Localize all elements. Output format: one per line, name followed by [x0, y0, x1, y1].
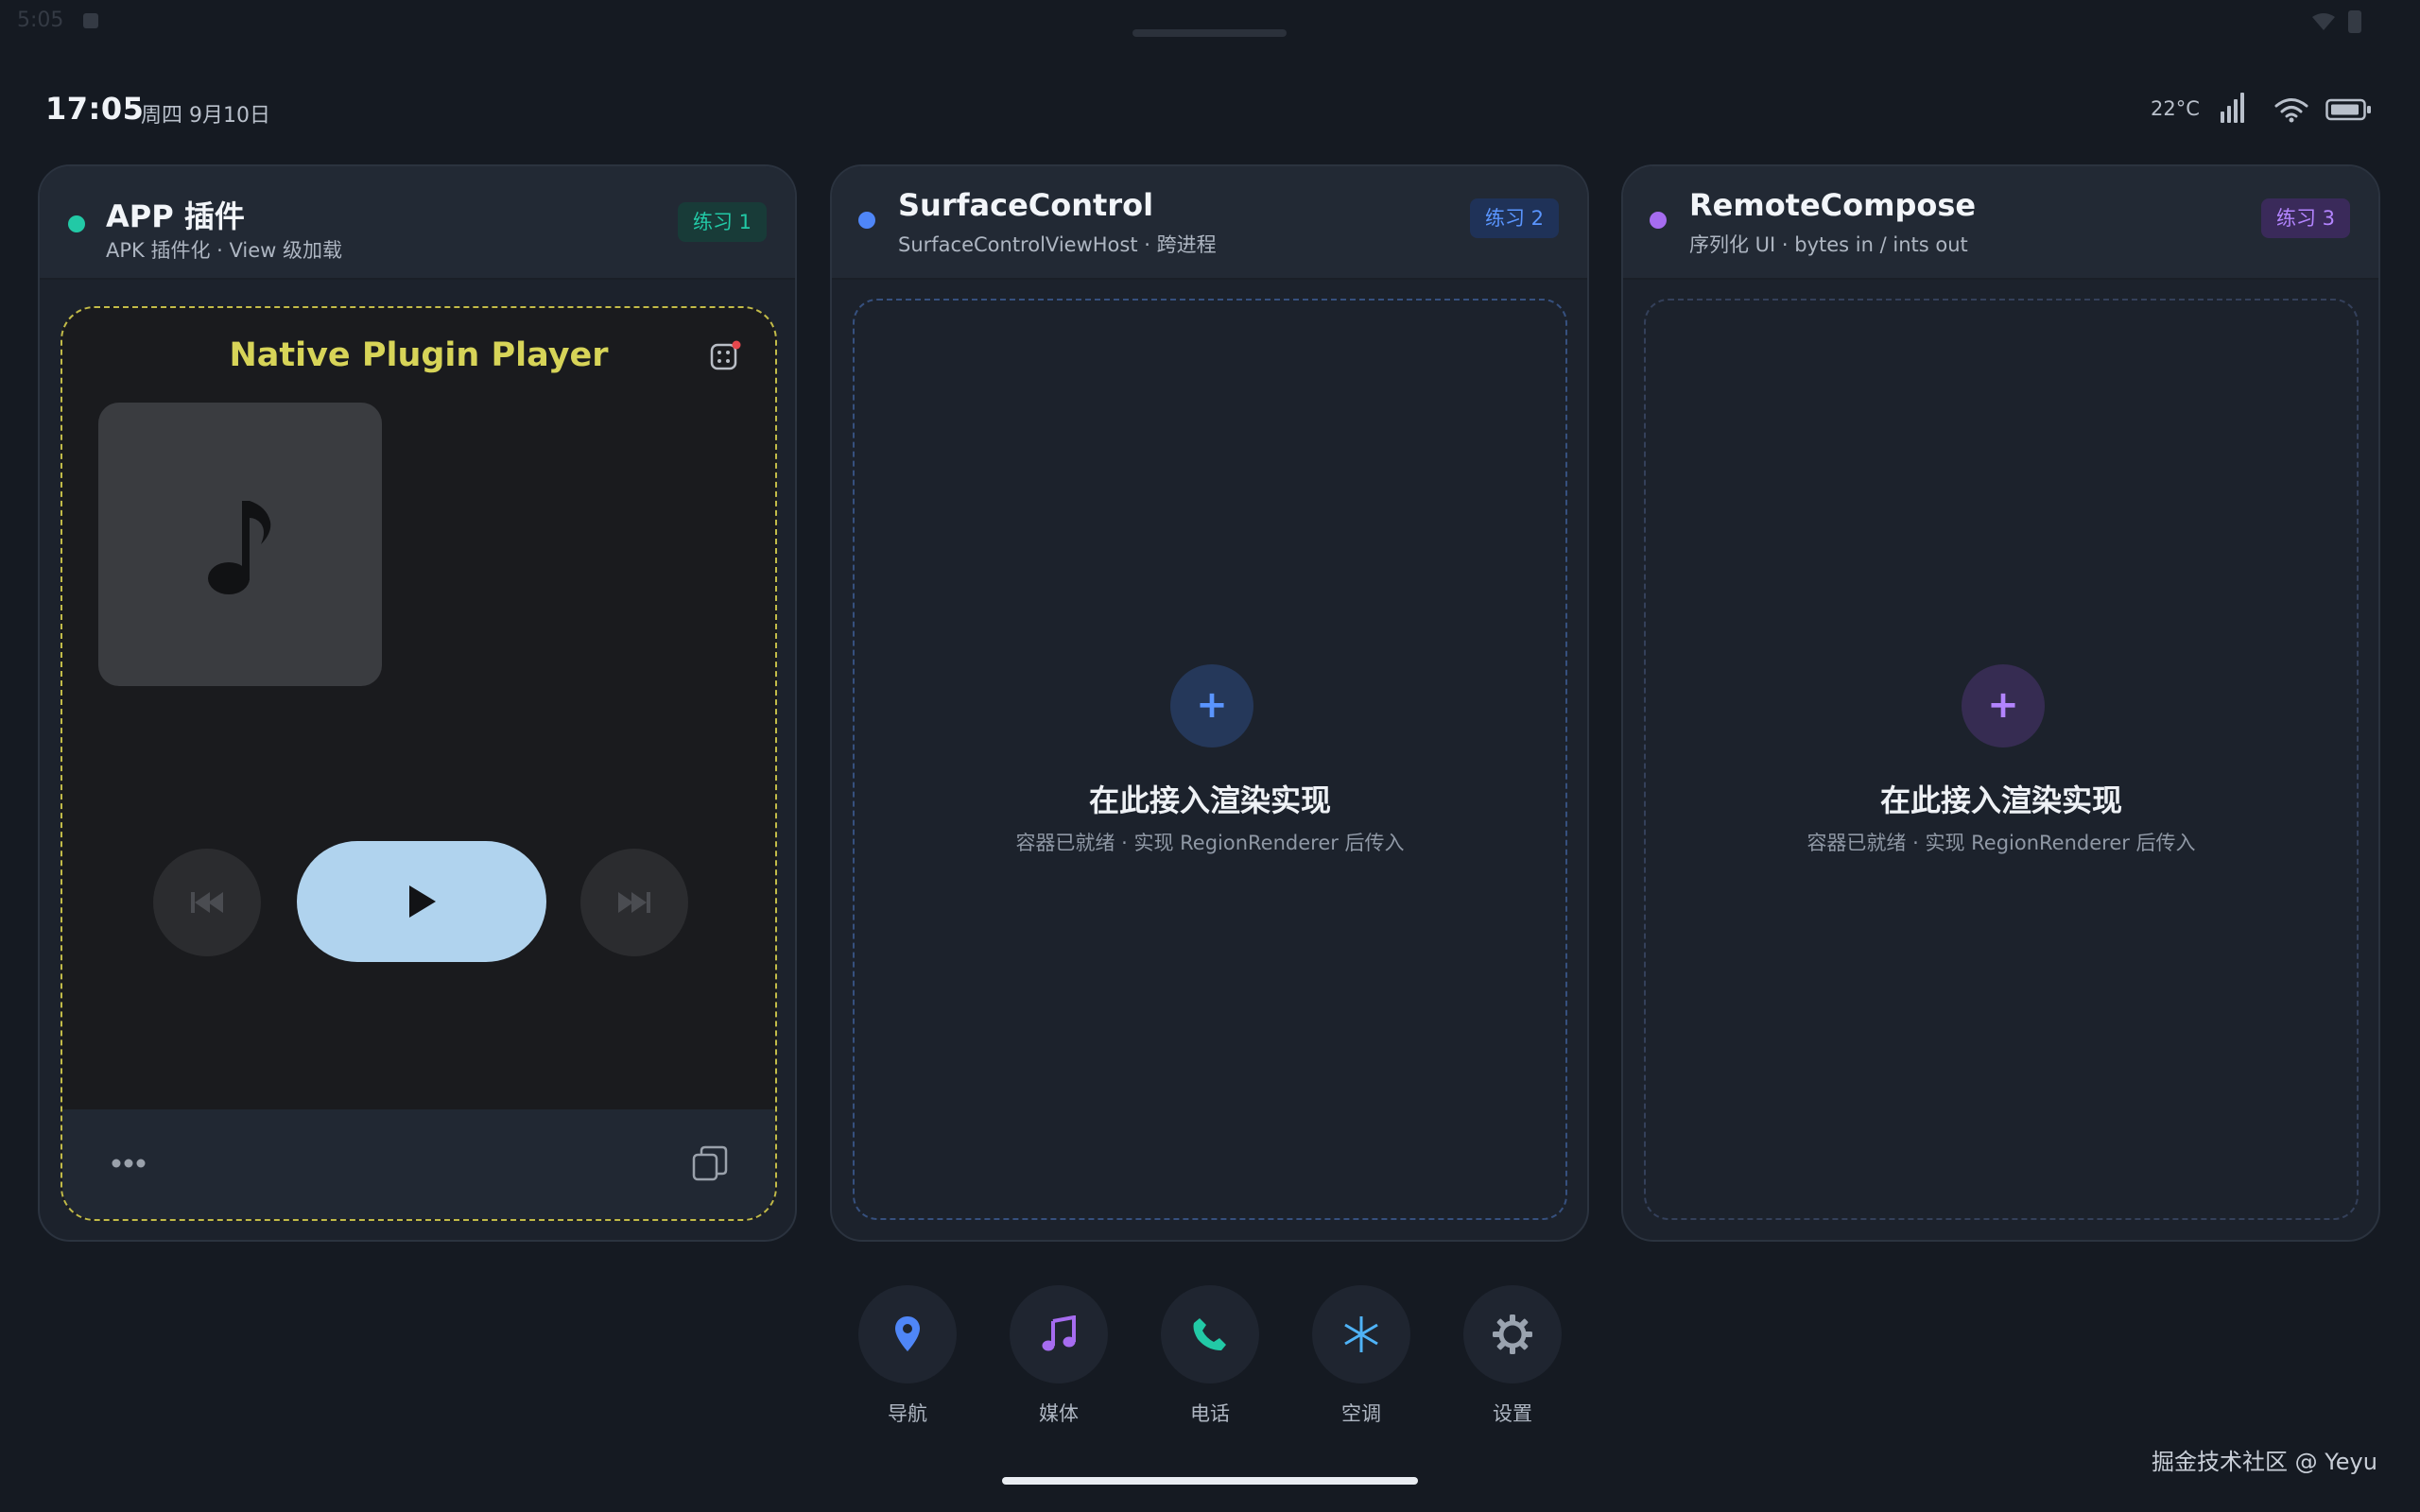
skip-previous-icon [191, 892, 223, 913]
system-time: 5:05 [17, 9, 64, 32]
status-dot [858, 212, 875, 229]
exercise-badge: 练习 1 [677, 202, 767, 242]
panel-remote-compose: RemoteCompose 序列化 UI · bytes in / ints o… [1621, 164, 2380, 1242]
more-icon[interactable] [110, 1157, 147, 1170]
render-region: + 在此接入渲染实现 容器已就绪 · 实现 RegionRenderer 后传入 [1644, 299, 2359, 1220]
album-art [98, 403, 382, 686]
dock-icon-circle [1312, 1285, 1410, 1383]
region-subtitle: 容器已就绪 · 实现 RegionRenderer 后传入 [1806, 832, 2196, 854]
dock-item-settings[interactable]: 设置 [1463, 1285, 1562, 1433]
panel-subtitle: APK 插件化 · View 级加载 [106, 239, 343, 262]
next-button[interactable] [580, 849, 688, 956]
panel-title: APP 插件 [106, 198, 245, 234]
status-dot [1650, 212, 1667, 229]
panel-app-plugin: APP 插件 APK 插件化 · View 级加载 练习 1 Native Pl… [38, 164, 797, 1242]
exercise-badge: 练习 3 [2260, 198, 2350, 238]
region-subtitle: 容器已就绪 · 实现 RegionRenderer 后传入 [1015, 832, 1405, 854]
previous-button[interactable] [153, 849, 261, 956]
region-title: 在此接入渲染实现 [1879, 782, 2122, 818]
snowflake-icon [1344, 1316, 1378, 1352]
add-renderer-button[interactable]: + [1170, 664, 1253, 747]
location-pin-icon [895, 1316, 920, 1351]
dock-icon-circle [1463, 1285, 1562, 1383]
battery-mini-icon [2348, 10, 2361, 33]
panel-header: APP 插件 APK 插件化 · View 级加载 练习 1 [40, 166, 795, 280]
dock-item-media[interactable]: 媒体 [1010, 1285, 1108, 1433]
dock-label: 设置 [1493, 1402, 1532, 1425]
add-renderer-button[interactable]: + [1962, 664, 2045, 747]
gear-icon [1493, 1314, 1532, 1354]
panel-subtitle: 序列化 UI · bytes in / ints out [1689, 233, 1968, 256]
play-button[interactable] [297, 841, 546, 962]
dock-label: 导航 [888, 1402, 927, 1425]
music-note-icon [1042, 1315, 1076, 1351]
player-menu-icon[interactable] [709, 340, 741, 372]
wifi-icon [2274, 98, 2308, 123]
region-title: 在此接入渲染实现 [1088, 782, 1331, 818]
system-status-bar: 5:05 [0, 0, 2420, 43]
temperature: 22°C [2151, 97, 2200, 120]
panel-title: SurfaceControl [898, 187, 1154, 223]
music-note-icon [208, 501, 271, 594]
panel-subtitle: SurfaceControlViewHost · 跨进程 [898, 233, 1217, 256]
phone-icon [1193, 1318, 1226, 1350]
drag-handle[interactable] [1132, 29, 1287, 37]
panel-header: SurfaceControl SurfaceControlViewHost · … [832, 166, 1587, 280]
panel-header: RemoteCompose 序列化 UI · bytes in / ints o… [1623, 166, 2378, 280]
dock-label: 媒体 [1039, 1402, 1079, 1425]
dock-item-phone[interactable]: 电话 [1161, 1285, 1259, 1433]
plugin-player: Native Plugin Player [60, 306, 777, 1221]
render-region: + 在此接入渲染实现 容器已就绪 · 实现 RegionRenderer 后传入 [853, 299, 1567, 1220]
dock-label: 电话 [1190, 1402, 1230, 1425]
wifi-mini-icon [2312, 13, 2335, 30]
dock-icon-circle [1010, 1285, 1108, 1383]
dock-icon-circle [858, 1285, 957, 1383]
dock-label: 空调 [1341, 1402, 1381, 1425]
home-indicator[interactable] [1002, 1477, 1418, 1485]
player-title: Native Plugin Player [229, 336, 609, 374]
skip-next-icon [618, 892, 650, 913]
status-dot [68, 215, 85, 232]
dock-icon-circle [1161, 1285, 1259, 1383]
copy-icon[interactable] [692, 1145, 728, 1183]
notification-icon [83, 13, 98, 28]
battery-icon [2325, 98, 2371, 121]
panel-title: RemoteCompose [1689, 187, 1977, 223]
play-icon [409, 885, 436, 918]
watermark: 掘金技术社区 @ Yeyu [2152, 1449, 2377, 1475]
player-footer [62, 1109, 775, 1219]
dock-item-climate[interactable]: 空调 [1312, 1285, 1410, 1433]
dock-item-navigation[interactable]: 导航 [858, 1285, 957, 1433]
panel-surface-control: SurfaceControl SurfaceControlViewHost · … [830, 164, 1589, 1242]
car-launcher-screen: 5:05 17:05 周四 9月10日 22°C APP 插件 APK 插件化 … [0, 0, 2420, 1512]
date: 周四 9月10日 [141, 104, 270, 128]
exercise-badge: 练习 2 [1469, 198, 1559, 238]
clock: 17:05 [45, 91, 145, 127]
signal-icon [2221, 93, 2244, 123]
